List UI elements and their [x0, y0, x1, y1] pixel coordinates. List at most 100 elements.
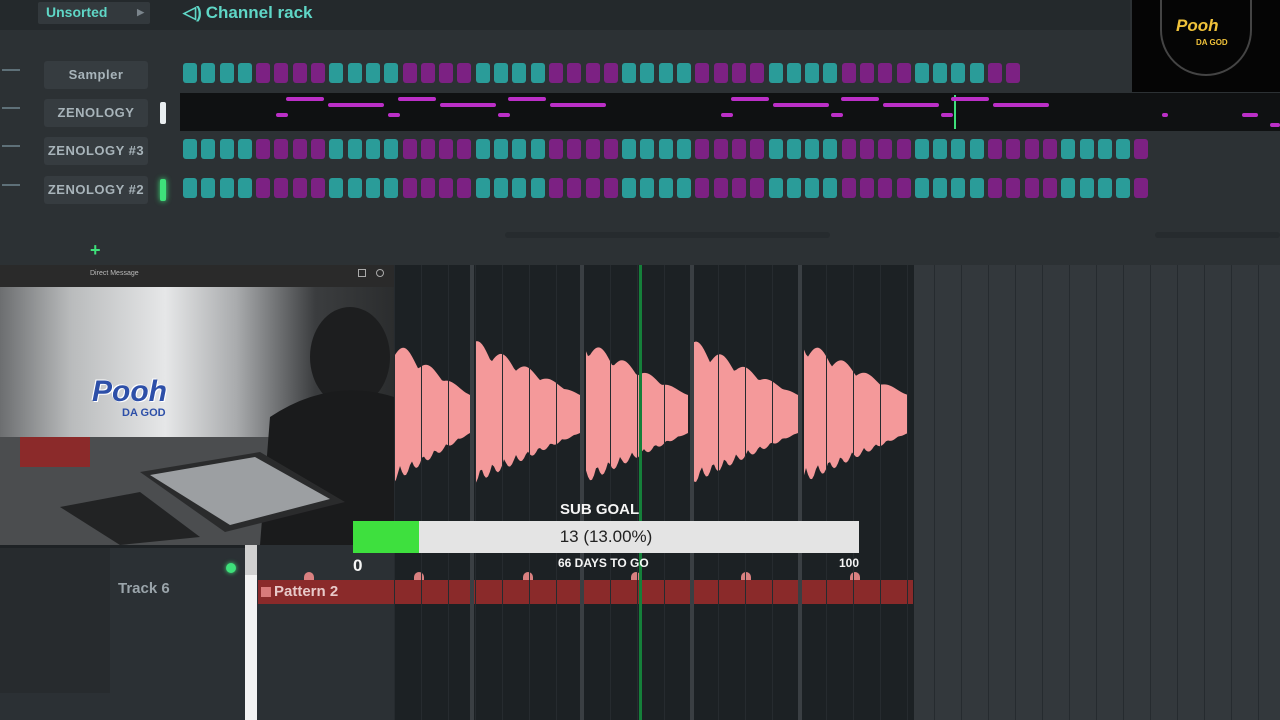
step-button[interactable] — [567, 178, 582, 198]
step-button[interactable] — [1006, 139, 1021, 159]
step-button[interactable] — [494, 178, 509, 198]
step-button[interactable] — [237, 178, 252, 198]
channel-mute-dash[interactable] — [2, 69, 20, 71]
step-button[interactable] — [457, 139, 472, 159]
step-button[interactable] — [713, 178, 728, 198]
channel-name-button[interactable]: ZENOLOGY #2 — [44, 176, 148, 204]
step-button[interactable] — [603, 178, 618, 198]
step-button[interactable] — [274, 63, 289, 83]
step-button[interactable] — [512, 63, 527, 83]
step-button[interactable] — [530, 139, 545, 159]
step-button[interactable] — [420, 139, 435, 159]
step-button[interactable] — [933, 63, 948, 83]
step-button[interactable] — [896, 139, 911, 159]
step-button[interactable] — [439, 63, 454, 83]
step-button[interactable] — [1134, 139, 1149, 159]
step-button[interactable] — [530, 178, 545, 198]
step-button[interactable] — [512, 178, 527, 198]
channel-name-button[interactable]: ZENOLOGY #3 — [44, 137, 148, 165]
step-button[interactable] — [219, 63, 234, 83]
step-button[interactable] — [201, 63, 216, 83]
step-button[interactable] — [859, 178, 874, 198]
channel-mute-dash[interactable] — [2, 184, 20, 186]
step-button[interactable] — [731, 63, 746, 83]
step-button[interactable] — [914, 139, 929, 159]
step-button[interactable] — [365, 139, 380, 159]
piano-roll-preview[interactable] — [180, 93, 1280, 131]
step-button[interactable] — [329, 63, 344, 83]
step-button[interactable] — [384, 63, 399, 83]
step-button[interactable] — [1097, 139, 1112, 159]
step-button[interactable] — [311, 63, 326, 83]
step-button[interactable] — [1116, 139, 1131, 159]
track-name[interactable]: Track 6 — [118, 580, 170, 597]
step-button[interactable] — [548, 139, 563, 159]
step-button[interactable] — [969, 178, 984, 198]
step-button[interactable] — [1024, 139, 1039, 159]
step-button[interactable] — [914, 178, 929, 198]
step-button[interactable] — [640, 178, 655, 198]
step-button[interactable] — [201, 139, 216, 159]
step-button[interactable] — [256, 63, 271, 83]
step-button[interactable] — [859, 63, 874, 83]
step-button[interactable] — [768, 139, 783, 159]
step-button[interactable] — [658, 63, 673, 83]
step-button[interactable] — [183, 139, 197, 159]
step-button[interactable] — [841, 139, 856, 159]
step-button[interactable] — [439, 178, 454, 198]
step-button[interactable] — [384, 178, 399, 198]
step-button[interactable] — [347, 63, 362, 83]
step-button[interactable] — [750, 139, 765, 159]
step-button[interactable] — [311, 178, 326, 198]
step-button[interactable] — [402, 139, 417, 159]
step-button[interactable] — [713, 139, 728, 159]
step-button[interactable] — [695, 63, 710, 83]
step-button[interactable] — [677, 178, 692, 198]
step-button[interactable] — [603, 63, 618, 83]
step-button[interactable] — [292, 63, 307, 83]
step-button[interactable] — [622, 63, 637, 83]
step-button[interactable] — [805, 178, 820, 198]
step-button[interactable] — [731, 178, 746, 198]
step-button[interactable] — [969, 139, 984, 159]
pattern-clip[interactable]: Pattern 2 — [258, 580, 913, 604]
step-button[interactable] — [292, 178, 307, 198]
track-enable-led[interactable] — [226, 563, 236, 573]
step-button[interactable] — [512, 139, 527, 159]
step-button[interactable] — [292, 139, 307, 159]
gear-icon[interactable] — [376, 269, 384, 277]
step-button[interactable] — [622, 139, 637, 159]
horizontal-scrollbar[interactable] — [1155, 232, 1280, 238]
step-button[interactable] — [750, 63, 765, 83]
step-button[interactable] — [768, 178, 783, 198]
step-button[interactable] — [695, 139, 710, 159]
channel-name-button[interactable]: Sampler — [44, 61, 148, 89]
step-button[interactable] — [713, 63, 728, 83]
step-button[interactable] — [201, 178, 216, 198]
step-button[interactable] — [1024, 178, 1039, 198]
channel-name-button[interactable]: ZENOLOGY — [44, 99, 148, 127]
step-button[interactable] — [878, 63, 893, 83]
step-button[interactable] — [347, 139, 362, 159]
add-channel-icon[interactable]: + — [90, 240, 101, 261]
step-button[interactable] — [402, 63, 417, 83]
step-button[interactable] — [677, 63, 692, 83]
step-button[interactable] — [1006, 178, 1021, 198]
step-button[interactable] — [1079, 178, 1094, 198]
step-button[interactable] — [329, 139, 344, 159]
step-button[interactable] — [1097, 178, 1112, 198]
step-button[interactable] — [878, 139, 893, 159]
step-button[interactable] — [420, 178, 435, 198]
step-button[interactable] — [219, 139, 234, 159]
step-button[interactable] — [823, 63, 838, 83]
step-button[interactable] — [731, 139, 746, 159]
step-button[interactable] — [256, 178, 271, 198]
step-button[interactable] — [786, 139, 801, 159]
step-button[interactable] — [567, 63, 582, 83]
step-button[interactable] — [988, 178, 1003, 198]
step-button[interactable] — [548, 63, 563, 83]
step-button[interactable] — [457, 178, 472, 198]
playlist-playhead[interactable] — [639, 265, 642, 720]
step-button[interactable] — [878, 178, 893, 198]
step-button[interactable] — [786, 63, 801, 83]
